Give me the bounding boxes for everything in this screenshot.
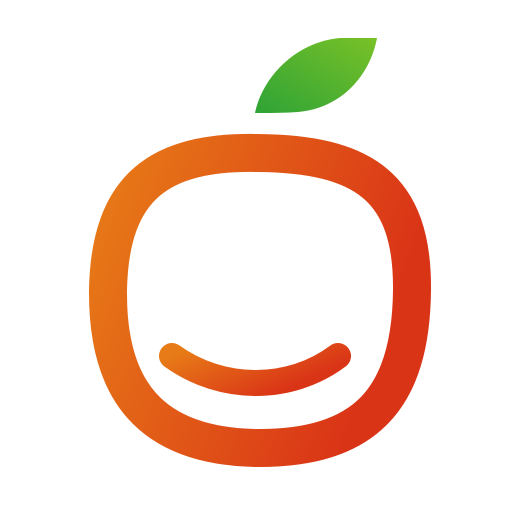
orange-body-ring (88, 133, 432, 468)
logo-canvas (0, 0, 512, 512)
leaf-shape (255, 38, 377, 113)
smile-mouth (159, 343, 351, 396)
orange-fruit-smile-icon (88, 38, 432, 468)
